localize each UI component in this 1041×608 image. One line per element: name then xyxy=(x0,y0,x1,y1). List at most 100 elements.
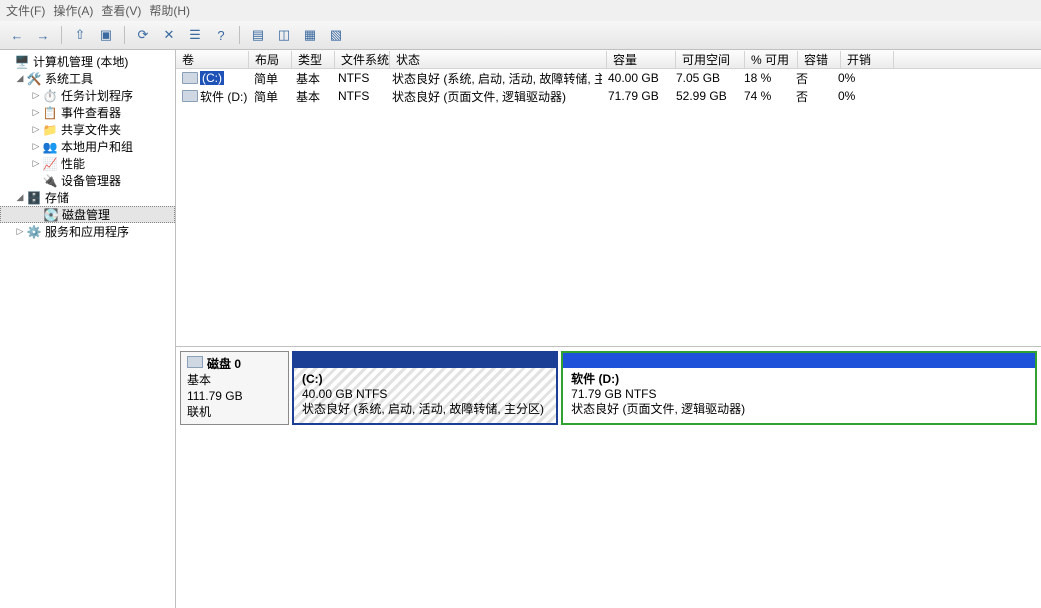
col-filesystem[interactable]: 文件系统 xyxy=(335,51,390,68)
view-top-button[interactable]: ▤ xyxy=(247,24,269,46)
disk-state: 联机 xyxy=(187,404,282,420)
tree-label: 磁盘管理 xyxy=(62,206,110,223)
col-free[interactable]: 可用空间 xyxy=(676,51,745,68)
collapse-icon[interactable]: ◢ xyxy=(14,73,26,84)
tree-performance[interactable]: ▷ 📈 性能 xyxy=(0,155,175,172)
volume-name: 软件 (D:) xyxy=(200,88,247,105)
menu-file[interactable]: 文件(F) xyxy=(6,2,45,19)
volume-list[interactable]: 卷 布局 类型 文件系统 状态 容量 可用空间 % 可用 容错 开销 (C:) … xyxy=(176,50,1041,347)
toolbar-separator xyxy=(61,26,62,44)
delete-button[interactable]: ✕ xyxy=(158,24,180,46)
tree-system-tools[interactable]: ◢ 🛠️ 系统工具 xyxy=(0,70,175,87)
menu-help[interactable]: 帮助(H) xyxy=(149,2,190,19)
tree-label: 性能 xyxy=(61,155,85,172)
volume-row-c[interactable]: (C:) 简单 基本 NTFS 状态良好 (系统, 启动, 活动, 故障转储, … xyxy=(176,69,1041,87)
expand-icon[interactable]: ▷ xyxy=(30,158,42,169)
tree-label: 本地用户和组 xyxy=(61,138,133,155)
col-type[interactable]: 类型 xyxy=(292,51,335,68)
menu-bar: 文件(F) 操作(A) 查看(V) 帮助(H) xyxy=(0,0,1041,21)
computer-management-window: 文件(F) 操作(A) 查看(V) 帮助(H) ← → ⇧ ▣ ⟳ ✕ ☰ ? … xyxy=(0,0,1041,608)
expand-icon[interactable]: ▷ xyxy=(30,124,42,135)
tree-event-viewer[interactable]: ▷ 📋 事件查看器 xyxy=(0,104,175,121)
toolbar: ← → ⇧ ▣ ⟳ ✕ ☰ ? ▤ ◫ ▦ ▧ xyxy=(0,21,1041,50)
volume-free: 52.99 GB xyxy=(670,89,738,103)
show-hide-tree-button[interactable]: ▣ xyxy=(95,24,117,46)
volume-layout: 简单 xyxy=(248,70,290,87)
partition-line2: 40.00 GB NTFS xyxy=(302,387,548,402)
disk-icon: 💽 xyxy=(43,207,59,223)
services-icon: ⚙️ xyxy=(26,224,42,240)
volume-pct: 74 % xyxy=(738,89,790,103)
disk-icon xyxy=(187,356,203,368)
refresh-button[interactable]: ⟳ xyxy=(132,24,154,46)
toolbar-separator xyxy=(239,26,240,44)
expand-icon[interactable]: ▷ xyxy=(30,107,42,118)
toolbar-separator xyxy=(124,26,125,44)
partition-d[interactable]: 软件 (D:) 71.79 GB NTFS 状态良好 (页面文件, 逻辑驱动器) xyxy=(561,351,1037,425)
back-button[interactable]: ← xyxy=(6,24,28,46)
up-button[interactable]: ⇧ xyxy=(69,24,91,46)
content-split: 🖥️ 计算机管理 (本地) ◢ 🛠️ 系统工具 ▷ ⏱️ 任务计划程序 ▷ 📋 … xyxy=(0,50,1041,608)
tree-root[interactable]: 🖥️ 计算机管理 (本地) xyxy=(0,53,175,70)
tree-shared-folders[interactable]: ▷ 📁 共享文件夹 xyxy=(0,121,175,138)
tree-label: 系统工具 xyxy=(45,70,93,87)
folder-icon: 📁 xyxy=(42,122,58,138)
disk-info[interactable]: 磁盘 0 基本 111.79 GB 联机 xyxy=(180,351,289,425)
view-settings-button[interactable]: ▦ xyxy=(299,24,321,46)
disk-graphical-view: 磁盘 0 基本 111.79 GB 联机 (C:) 40.00 GB NTFS … xyxy=(176,347,1041,608)
task-icon: ⏱️ xyxy=(42,88,58,104)
drive-icon xyxy=(182,90,198,102)
col-fault[interactable]: 容错 xyxy=(798,51,841,68)
navigation-tree[interactable]: 🖥️ 计算机管理 (本地) ◢ 🛠️ 系统工具 ▷ ⏱️ 任务计划程序 ▷ 📋 … xyxy=(0,50,176,608)
tree-device-manager[interactable]: 🔌 设备管理器 xyxy=(0,172,175,189)
volume-oh: 0% xyxy=(832,71,884,85)
partition-layout: (C:) 40.00 GB NTFS 状态良好 (系统, 启动, 活动, 故障转… xyxy=(289,351,1037,425)
volume-type: 基本 xyxy=(290,88,332,105)
tree-local-users[interactable]: ▷ 👥 本地用户和组 xyxy=(0,138,175,155)
collapse-icon[interactable]: ◢ xyxy=(14,192,26,203)
volume-row-d[interactable]: 软件 (D:) 简单 基本 NTFS 状态良好 (页面文件, 逻辑驱动器) 71… xyxy=(176,87,1041,105)
expand-icon[interactable]: ▷ xyxy=(14,226,26,237)
tree-disk-management[interactable]: 💽 磁盘管理 xyxy=(0,206,175,223)
tree-label: 服务和应用程序 xyxy=(45,223,129,240)
tree-services-apps[interactable]: ▷ ⚙️ 服务和应用程序 xyxy=(0,223,175,240)
menu-view[interactable]: 查看(V) xyxy=(101,2,141,19)
partition-title: 软件 (D:) xyxy=(571,372,619,386)
disk-size: 111.79 GB xyxy=(187,388,282,404)
disk-management-panel: 卷 布局 类型 文件系统 状态 容量 可用空间 % 可用 容错 开销 (C:) … xyxy=(176,50,1041,608)
col-overhead[interactable]: 开销 xyxy=(841,51,894,68)
volume-name: (C:) xyxy=(200,71,224,85)
partition-line2: 71.79 GB NTFS xyxy=(571,387,1027,402)
col-volume[interactable]: 卷 xyxy=(176,51,249,68)
volume-fs: NTFS xyxy=(332,71,386,85)
performance-icon: 📈 xyxy=(42,156,58,172)
expand-icon[interactable]: ▷ xyxy=(30,141,42,152)
view-bottom-button[interactable]: ◫ xyxy=(273,24,295,46)
volume-status: 状态良好 (页面文件, 逻辑驱动器) xyxy=(386,88,602,105)
tree-label: 计算机管理 (本地) xyxy=(33,53,128,70)
disk-type: 基本 xyxy=(187,372,282,388)
partition-line3: 状态良好 (系统, 启动, 活动, 故障转储, 主分区) xyxy=(302,402,548,417)
volume-type: 基本 xyxy=(290,70,332,87)
col-capacity[interactable]: 容量 xyxy=(607,51,676,68)
volume-list-header: 卷 布局 类型 文件系统 状态 容量 可用空间 % 可用 容错 开销 xyxy=(176,50,1041,69)
col-layout[interactable]: 布局 xyxy=(249,51,292,68)
tree-storage[interactable]: ◢ 🗄️ 存储 xyxy=(0,189,175,206)
help-button[interactable]: ? xyxy=(210,24,232,46)
expand-icon[interactable]: ▷ xyxy=(30,90,42,101)
tree-label: 设备管理器 xyxy=(61,172,121,189)
forward-button[interactable]: → xyxy=(32,24,54,46)
tree-label: 存储 xyxy=(45,189,69,206)
partition-c[interactable]: (C:) 40.00 GB NTFS 状态良好 (系统, 启动, 活动, 故障转… xyxy=(292,351,558,425)
tree-task-scheduler[interactable]: ▷ ⏱️ 任务计划程序 xyxy=(0,87,175,104)
tree-label: 共享文件夹 xyxy=(61,121,121,138)
view-extra-button[interactable]: ▧ xyxy=(325,24,347,46)
drive-icon xyxy=(182,72,198,84)
menu-action[interactable]: 操作(A) xyxy=(53,2,93,19)
users-icon: 👥 xyxy=(42,139,58,155)
col-status[interactable]: 状态 xyxy=(390,51,607,68)
volume-cap: 40.00 GB xyxy=(602,71,670,85)
properties-button[interactable]: ☰ xyxy=(184,24,206,46)
partition-title: (C:) xyxy=(302,372,323,386)
col-percent[interactable]: % 可用 xyxy=(745,51,798,68)
